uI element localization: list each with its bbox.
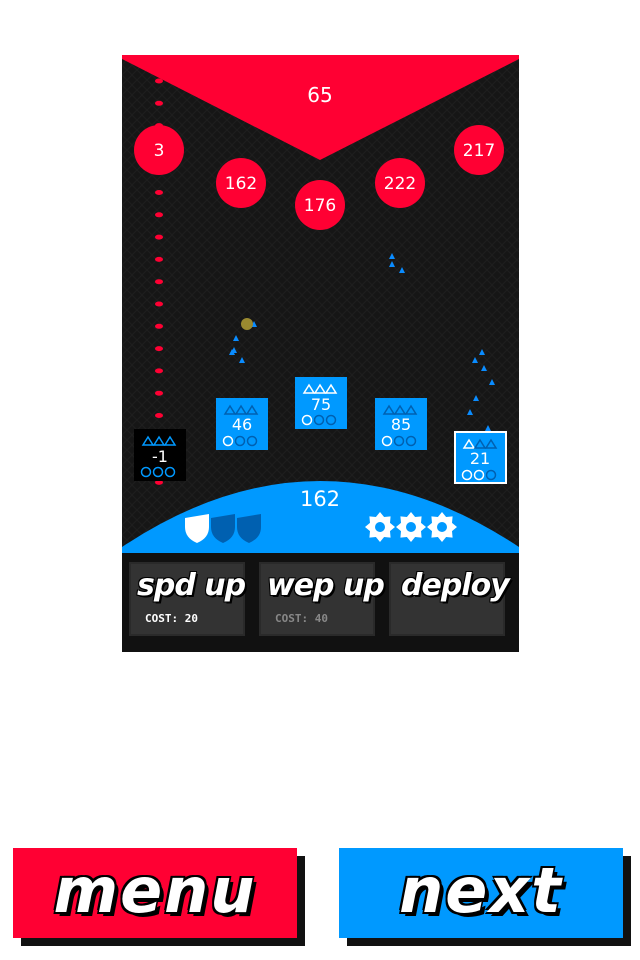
wep-up-cost: COST: 40 — [275, 612, 328, 625]
next-label: next — [399, 854, 563, 927]
track-dot — [155, 390, 163, 396]
gear-icon — [396, 512, 426, 542]
menu-button[interactable]: menu — [13, 848, 305, 946]
enemy-unit-hp: 162 — [224, 174, 258, 194]
track-dot — [155, 368, 163, 374]
track-dot — [155, 100, 163, 106]
deploy-label: deploy — [401, 568, 510, 603]
track-dot — [155, 301, 163, 307]
player-unit-hp: 75 — [310, 395, 332, 414]
spd-up-cost: COST: 20 — [145, 612, 198, 625]
player-unit-hp: 46 — [231, 415, 253, 434]
enemy-base-hp: 65 — [307, 83, 333, 107]
battlefield — [122, 55, 519, 553]
track-dot — [155, 190, 163, 195]
menu-label: menu — [53, 854, 257, 927]
player-unit-hp: 21 — [469, 449, 491, 468]
gear-icon — [365, 512, 395, 542]
track-dot — [155, 78, 163, 84]
player-base-hp: 162 — [299, 487, 341, 511]
spd-up-button[interactable]: spd up COST: 20 — [129, 562, 246, 636]
player-unit-hp: 85 — [390, 415, 412, 434]
track-dot — [155, 256, 163, 262]
spd-up-label: spd up — [137, 568, 246, 603]
deploy-button[interactable]: deploy — [389, 562, 510, 636]
game-screen: 65 3 162 176 222 217 -1 46 75 85 21 162 … — [122, 55, 519, 652]
track-dot — [155, 413, 163, 418]
player-unit-hp: -1 — [152, 447, 168, 466]
explosion-marker — [241, 318, 253, 330]
enemy-unit-hp: 3 — [153, 141, 165, 161]
track-dot — [155, 279, 163, 285]
gear-icons — [365, 512, 457, 542]
next-button[interactable]: next — [339, 848, 631, 946]
track-dot — [155, 346, 163, 352]
track-dot — [155, 234, 163, 240]
enemy-unit-hp: 176 — [303, 196, 337, 216]
enemy-unit-hp: 222 — [383, 174, 417, 194]
gear-icon — [427, 512, 457, 542]
track-dot — [155, 212, 163, 218]
enemy-unit-hp: 217 — [462, 141, 496, 161]
wep-up-button[interactable]: wep up COST: 40 — [259, 562, 385, 636]
track-dot — [155, 323, 163, 329]
wep-up-label: wep up — [267, 568, 385, 603]
